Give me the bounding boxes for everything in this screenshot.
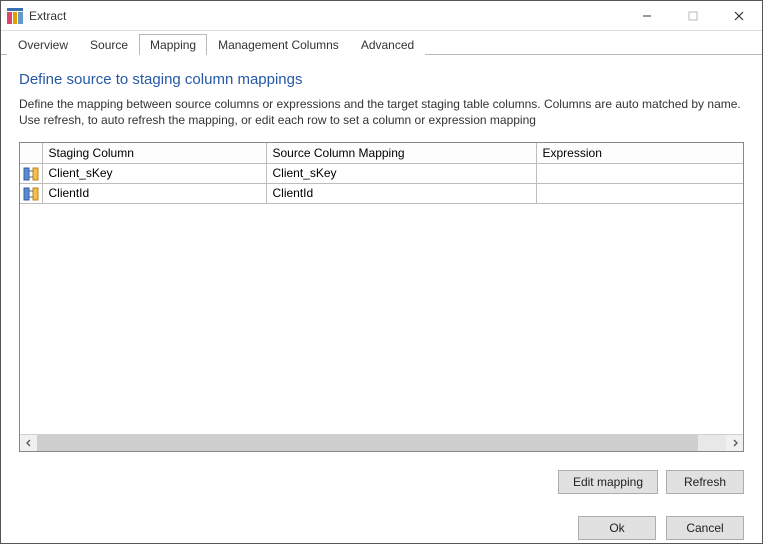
scroll-track[interactable] [37, 435, 726, 451]
cancel-button[interactable]: Cancel [666, 516, 744, 540]
app-icon [7, 8, 23, 24]
section-title: Define source to staging column mappings [19, 71, 744, 88]
section-desc-line2: Use refresh, to auto refresh the mapping… [19, 113, 536, 127]
section-description: Define the mapping between source column… [19, 96, 744, 128]
section-desc-line1: Define the mapping between source column… [19, 97, 741, 111]
cell-source[interactable]: Client_sKey [266, 163, 536, 183]
tab-overview[interactable]: Overview [7, 34, 79, 55]
mapping-row-icon [23, 167, 39, 181]
row-handle[interactable] [20, 163, 42, 183]
table-row[interactable]: Client_sKey Client_sKey [20, 163, 743, 183]
tab-management-columns[interactable]: Management Columns [207, 34, 350, 55]
close-button[interactable] [716, 1, 762, 31]
header-row-handle [20, 143, 42, 163]
grid-button-row: Edit mapping Refresh [1, 460, 762, 500]
horizontal-scrollbar[interactable] [20, 434, 743, 451]
row-handle[interactable] [20, 183, 42, 203]
cell-staging[interactable]: Client_sKey [42, 163, 266, 183]
content-area: Define source to staging column mappings… [1, 55, 762, 460]
titlebar: Extract [1, 1, 762, 31]
edit-mapping-button[interactable]: Edit mapping [558, 470, 658, 494]
tab-source[interactable]: Source [79, 34, 139, 55]
header-staging-column[interactable]: Staging Column [42, 143, 266, 163]
table-row[interactable]: ClientId ClientId [20, 183, 743, 203]
dialog-button-row: Ok Cancel [1, 506, 762, 554]
tab-mapping[interactable]: Mapping [139, 34, 207, 55]
header-expression[interactable]: Expression [536, 143, 743, 163]
scroll-left-arrow[interactable] [20, 435, 37, 451]
maximize-button[interactable] [670, 1, 716, 31]
mapping-row-icon [23, 187, 39, 201]
scroll-right-arrow[interactable] [726, 435, 743, 451]
cell-source[interactable]: ClientId [266, 183, 536, 203]
cell-expression[interactable] [536, 183, 743, 203]
cell-staging[interactable]: ClientId [42, 183, 266, 203]
tab-advanced[interactable]: Advanced [350, 34, 425, 55]
cell-expression[interactable] [536, 163, 743, 183]
refresh-button[interactable]: Refresh [666, 470, 744, 494]
scroll-thumb[interactable] [37, 435, 698, 451]
minimize-button[interactable] [624, 1, 670, 31]
header-source-column[interactable]: Source Column Mapping [266, 143, 536, 163]
ok-button[interactable]: Ok [578, 516, 656, 540]
window-title: Extract [29, 9, 66, 23]
mapping-grid: Staging Column Source Column Mapping Exp… [19, 142, 744, 452]
table-header-row: Staging Column Source Column Mapping Exp… [20, 143, 743, 163]
tab-strip: Overview Source Mapping Management Colum… [1, 31, 762, 55]
